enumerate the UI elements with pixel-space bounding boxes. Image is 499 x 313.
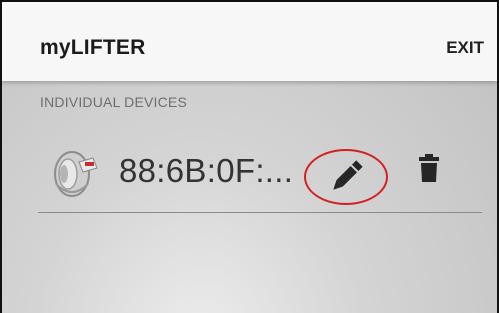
device-name: 88:6B:0F:... xyxy=(119,152,294,189)
app-screen: myLIFTER EXIT INDIVIDUAL DEVICES 88:6B:0… xyxy=(0,0,499,313)
list-divider xyxy=(38,212,482,213)
lifter-device-icon xyxy=(54,151,98,197)
edit-button[interactable] xyxy=(304,149,388,205)
device-list-item[interactable]: 88:6B:0F:... xyxy=(38,130,482,214)
app-title: myLIFTER xyxy=(40,36,146,59)
section-header: INDIVIDUAL DEVICES xyxy=(40,94,188,110)
trash-icon[interactable] xyxy=(417,152,441,184)
exit-button[interactable]: EXIT xyxy=(446,38,484,58)
highlight-circle xyxy=(304,149,388,205)
app-bar: myLIFTER EXIT xyxy=(2,2,497,81)
